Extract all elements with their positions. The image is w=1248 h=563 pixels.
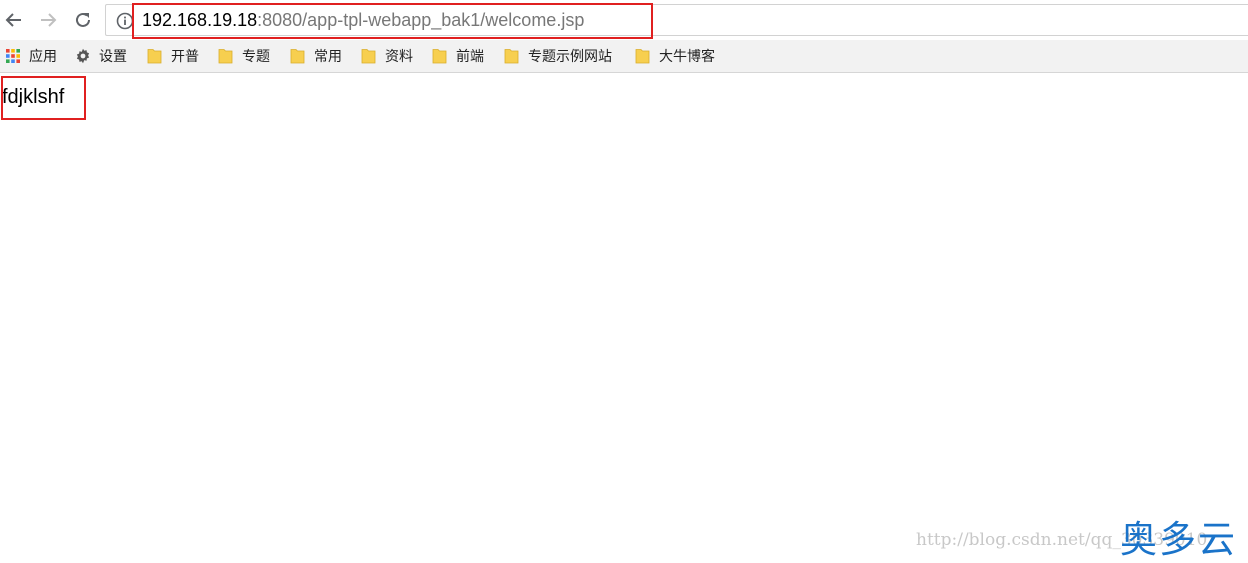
reload-button[interactable] (71, 8, 95, 32)
bookmark-label: 专题示例网站 (528, 48, 612, 64)
bookmark-settings[interactable]: 设置 (75, 40, 127, 72)
folder-icon (147, 49, 162, 64)
reload-icon (76, 12, 90, 27)
folder-icon (504, 49, 519, 64)
folder-icon (361, 49, 376, 64)
bookmark-label: 前端 (456, 48, 484, 64)
content-highlight-box (1, 76, 86, 120)
folder-icon (635, 49, 650, 64)
bookmark-label: 应用 (29, 48, 57, 64)
bookmark-label: 设置 (99, 48, 127, 64)
bookmark-folder-zhuanti[interactable]: 专题 (218, 40, 270, 72)
bookmark-folder-daniu-boke[interactable]: 大牛博客 (635, 40, 715, 72)
bookmark-label: 资料 (385, 48, 413, 64)
apps-grid-icon (6, 49, 20, 63)
bookmark-label: 常用 (314, 48, 342, 64)
back-arrow-icon (5, 13, 21, 27)
browser-toolbar: 192.168.19.18:8080/app-tpl-webapp_bak1/w… (0, 0, 1248, 40)
folder-icon (290, 49, 305, 64)
bookmark-label: 开普 (171, 48, 199, 64)
back-button[interactable] (2, 8, 26, 32)
bookmark-folder-qianduan[interactable]: 前端 (432, 40, 484, 72)
bookmarks-bar: 应用 设置 开普 专题 常用 资料 前端 专题示例网站 大牛博客 (0, 40, 1248, 73)
bookmark-folder-zhuanti-shili[interactable]: 专题示例网站 (504, 40, 612, 72)
folder-icon (432, 49, 447, 64)
forward-arrow-icon (41, 13, 57, 27)
bookmark-folder-changyong[interactable]: 常用 (290, 40, 342, 72)
url-highlight-box (132, 3, 653, 39)
forward-button[interactable] (36, 8, 60, 32)
bookmark-folder-kaipu[interactable]: 开普 (147, 40, 199, 72)
gear-icon (76, 48, 90, 64)
folder-icon (218, 49, 233, 64)
bookmark-label: 大牛博客 (659, 48, 715, 64)
watermark-logo: 奥多云 (1120, 518, 1237, 561)
bookmark-folder-ziliao[interactable]: 资料 (361, 40, 413, 72)
bookmark-apps[interactable]: 应用 (5, 40, 57, 72)
address-bar[interactable]: 192.168.19.18:8080/app-tpl-webapp_bak1/w… (105, 3, 1248, 39)
bookmark-label: 专题 (242, 48, 270, 64)
